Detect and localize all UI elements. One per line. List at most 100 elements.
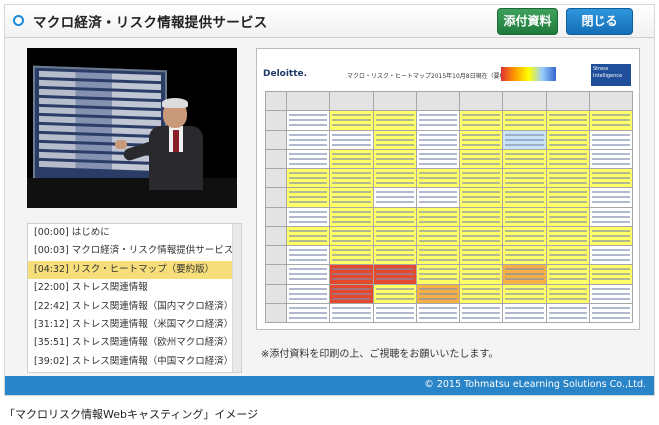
heatmap-cell xyxy=(330,149,373,168)
heatmap-cell xyxy=(546,111,589,130)
heatmap-cell xyxy=(460,303,503,322)
heatmap-cell xyxy=(266,130,286,149)
heatmap-cell xyxy=(373,246,416,265)
heatmap-cell xyxy=(416,226,459,245)
heatmap-cell xyxy=(460,207,503,226)
heatmap-legend xyxy=(501,67,556,81)
heatmap-cell xyxy=(546,246,589,265)
chapter-item[interactable]: [22:00] ストレス関連情報 xyxy=(28,279,241,297)
heatmap-cell xyxy=(589,130,632,149)
stress-intelligence-badge: Stress Intelligence xyxy=(591,64,631,86)
heatmap-cell xyxy=(373,130,416,149)
chapter-item[interactable]: [00:03] マクロ経済・リスク情報提供サービス xyxy=(28,242,241,260)
heatmap-cell xyxy=(416,303,459,322)
heatmap-cell xyxy=(589,188,632,207)
heatmap-cell xyxy=(546,265,589,284)
heatmap-cell xyxy=(503,92,546,111)
heatmap-cell xyxy=(589,265,632,284)
heatmap-cell xyxy=(416,130,459,149)
heatmap-cell xyxy=(330,265,373,284)
heatmap-cell xyxy=(503,207,546,226)
heatmap-cell xyxy=(460,246,503,265)
heatmap-cell xyxy=(266,246,286,265)
heatmap-cell xyxy=(546,92,589,111)
heatmap-cell xyxy=(460,284,503,303)
heatmap-cell xyxy=(266,226,286,245)
heatmap-cell xyxy=(373,265,416,284)
heatmap-cell xyxy=(287,265,330,284)
chapter-time: [00:00] xyxy=(34,227,69,238)
chapter-item[interactable]: [35:51] ストレス関連情報（欧州マクロ経済） xyxy=(28,334,241,352)
chapter-list: [00:00] はじめに [00:03] マクロ経済・リスク情報提供サービス [04:3… xyxy=(27,223,242,373)
chapter-time: [22:00] xyxy=(34,282,69,294)
heatmap-cell xyxy=(589,226,632,245)
heatmap-cell xyxy=(460,92,503,111)
heatmap-cell xyxy=(416,265,459,284)
heatmap-cell xyxy=(460,265,503,284)
heatmap-cell xyxy=(330,169,373,188)
heatmap-cell xyxy=(330,246,373,265)
figure-caption: 「マクロリスク情報Webキャスティング」イメージ xyxy=(4,408,259,421)
heatmap-cell xyxy=(503,265,546,284)
chapter-item[interactable]: [39:02] ストレス関連情報（中国マクロ経済） xyxy=(28,353,241,371)
chapter-item[interactable]: [04:32] リスク・ヒートマップ（要約版） xyxy=(28,260,241,280)
heatmap-cell xyxy=(589,149,632,168)
attachment-document-preview: Deloitte. マクロ・リスク・ヒートマップ2015年10月8日現在（要約版… xyxy=(256,48,640,330)
heatmap-cell xyxy=(503,303,546,322)
heatmap-cell xyxy=(330,284,373,303)
heatmap-cell xyxy=(503,111,546,130)
heatmap-cell xyxy=(503,188,546,207)
heatmap-cell xyxy=(287,169,330,188)
heatmap-cell xyxy=(416,284,459,303)
heatmap-cell xyxy=(546,207,589,226)
heatmap-cell xyxy=(373,111,416,130)
heatmap-cell xyxy=(416,169,459,188)
heatmap-cell xyxy=(287,149,330,168)
close-button[interactable]: 閉じる xyxy=(566,8,633,35)
heatmap-cell xyxy=(416,207,459,226)
heatmap-cell xyxy=(416,92,459,111)
heatmap-cell xyxy=(266,284,286,303)
heatmap-cell xyxy=(287,111,330,130)
heatmap-cell xyxy=(287,130,330,149)
header-bar: マクロ経済・リスク情報提供サービス 添付資料 閉じる xyxy=(5,5,654,38)
heatmap-cell xyxy=(287,207,330,226)
heatmap-cell xyxy=(373,149,416,168)
heatmap-cell xyxy=(589,169,632,188)
heatmap-cell xyxy=(330,92,373,111)
heatmap-cell xyxy=(266,188,286,207)
heatmap-cell xyxy=(589,246,632,265)
chapter-label: リスク・ヒートマップ（要約版） xyxy=(71,263,215,275)
heatmap-cell xyxy=(503,149,546,168)
heatmap-cell xyxy=(266,265,286,284)
heatmap-cell xyxy=(589,111,632,130)
copyright-text: © 2015 Tohmatsu eLearning Solutions Co.,… xyxy=(424,379,646,390)
video-player[interactable] xyxy=(27,48,237,208)
chapter-item[interactable]: [31:12] ストレス関連情報（米国マクロ経済） xyxy=(28,316,241,334)
heatmap-cell xyxy=(589,284,632,303)
print-note: ※添付資料を印刷の上、ご視聴をお願いいたします。 xyxy=(261,349,499,360)
heatmap-cell xyxy=(546,226,589,245)
attachment-button[interactable]: 添付資料 xyxy=(497,8,558,35)
heatmap-cell xyxy=(266,169,286,188)
page-title: マクロ経済・リスク情報提供サービス xyxy=(33,15,268,31)
heatmap-cell xyxy=(287,284,330,303)
heatmap-cell xyxy=(416,111,459,130)
heatmap-cell xyxy=(373,92,416,111)
heatmap-cell xyxy=(460,226,503,245)
heatmap-cell xyxy=(503,169,546,188)
chapter-item[interactable]: [22:42] ストレス関連情報（国内マクロ経済） xyxy=(28,298,241,316)
heatmap-cell xyxy=(503,130,546,149)
chapter-scrollbar[interactable] xyxy=(232,224,241,372)
player-window: マクロ経済・リスク情報提供サービス 添付資料 閉じる [00:00] はじめに [0… xyxy=(4,4,655,396)
chapter-label: ストレス関連情報（国内マクロ経済） xyxy=(71,300,234,312)
heatmap-cell xyxy=(330,303,373,322)
heatmap-grid xyxy=(265,91,633,323)
chapter-time: [35:51] xyxy=(34,337,69,349)
heatmap-cell xyxy=(373,188,416,207)
heatmap-cell xyxy=(373,207,416,226)
chapter-item[interactable]: [00:00] はじめに xyxy=(28,224,241,242)
heatmap-cell xyxy=(460,188,503,207)
heatmap-cell xyxy=(546,303,589,322)
heatmap-cell xyxy=(503,226,546,245)
